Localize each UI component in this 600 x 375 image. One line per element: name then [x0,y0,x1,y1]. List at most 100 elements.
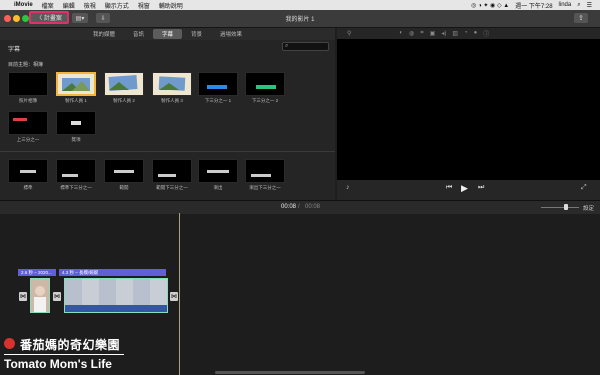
import-icon: ⇩ [100,15,106,22]
browser-tabs: 我的媒體 音訊 字幕 背景 過場效果 [0,28,335,40]
photo-frame-icon [158,76,186,91]
text-mark [158,174,176,177]
close-window-button[interactable] [4,15,11,22]
grid-icon: ▤▾ [75,15,85,22]
color-correction-icon[interactable]: ◍ [409,30,414,37]
viewer-toolbar: ⚲ ◐ ◍ ⌗ ▣ ◂) ▥ ◔ ● ⓘ [337,28,600,38]
user-name[interactable]: linda [559,2,572,8]
transition-icon[interactable]: ⋈ [170,292,178,301]
total-time: 00:08 [305,204,321,210]
skip-back-icon[interactable]: ⏮ [446,184,452,192]
search-icon: ⌕ [285,43,289,49]
app-menu[interactable]: iMovie [14,2,33,8]
tomato-logo-icon [4,338,15,349]
text-mark [62,174,78,177]
stabilization-icon[interactable]: ▣ [430,30,436,37]
search-icon[interactable]: ⌕ [577,2,580,9]
title-thumbnail [245,72,285,96]
title-item[interactable] [198,72,238,96]
clip-thumbnail [31,279,49,312]
crop-icon[interactable]: ⌗ [420,30,423,37]
color-balance-icon[interactable]: ◐ [399,30,403,36]
title-item[interactable] [8,72,48,96]
title-item[interactable] [152,159,192,183]
menu-display[interactable]: 顯示方式 [105,1,129,10]
transition-icon[interactable]: ⋈ [19,292,27,301]
title-item[interactable] [245,159,285,183]
minimize-window-button[interactable] [13,15,20,22]
microphone-icon[interactable]: ♪ [346,184,350,191]
title-item[interactable] [245,72,285,96]
tab-backgrounds[interactable]: 背景 [182,29,211,39]
fullscreen-icon[interactable]: ⤢ [581,184,587,192]
time-separator: / [298,204,300,210]
skip-forward-icon[interactable]: ⏭ [478,184,484,192]
menu-list-icon[interactable]: ☰ [587,2,592,9]
menu-help[interactable]: 輔助說明 [159,1,183,10]
text-mark [251,174,271,177]
title-item[interactable] [56,72,96,96]
title-label: 下三分之一 2 [251,98,279,103]
menu-file[interactable]: 檔案 [42,1,54,10]
import-button[interactable]: ⇩ [96,13,110,23]
text-mark [20,170,36,173]
volume-icon[interactable]: ◂) [441,30,446,37]
timeline-scrollbar[interactable] [215,371,365,374]
tab-titles[interactable]: 字幕 [152,29,182,39]
tab-my-media[interactable]: 我的媒體 [84,29,124,39]
zoom-slider-track[interactable] [541,207,579,208]
search-input[interactable]: ⌕ [282,42,329,51]
playhead[interactable] [179,213,180,375]
title-thumbnail [198,72,238,96]
title-item[interactable] [104,72,144,96]
title-label: 下三分之一 1 [204,98,232,103]
current-time: 00:08 [281,204,297,210]
noise-reduction-icon[interactable]: ▥ [452,30,458,37]
title-thumbnail [198,159,238,183]
title-clip-1[interactable]: 2.6 秒 – 2020... [18,269,56,276]
library-toggle-button[interactable]: ▤▾ [72,13,88,23]
speed-icon[interactable]: ◔ [464,30,468,36]
award-text-mark [71,121,81,125]
menu-bar: iMovie 檔案 編輯 檢視 顯示方式 視窗 輔助說明 ◎ ◑ ✦ ◉ ◇ ▲… [0,0,600,10]
transition-icon[interactable]: ⋈ [53,292,61,301]
title-item[interactable] [152,72,192,96]
menu-view[interactable]: 檢視 [84,1,96,10]
video-clip-2[interactable] [64,278,168,313]
share-button[interactable]: ⇪ [574,13,588,23]
title-item[interactable] [56,111,96,135]
clip-filmstrip [65,279,167,312]
zoom-window-button[interactable] [22,15,29,22]
info-icon[interactable]: ⓘ [483,29,489,38]
lower-third-bar [256,85,276,89]
status-icons: ◎ ◑ ✦ ◉ ◇ ▲ [471,2,510,9]
play-icon[interactable]: ▶ [461,183,468,194]
theme-group-label: 目前主題：相簿 [8,62,44,68]
title-label: 範開下三分之一 [156,185,188,190]
window-title: 我的影片 1 [285,17,315,23]
tab-audio[interactable]: 音訊 [124,29,153,39]
title-item[interactable] [104,159,144,183]
projects-button[interactable]: 〈 計畫案 [29,11,69,24]
title-thumbnail [104,72,144,96]
title-item[interactable] [8,111,48,135]
title-thumbnail [104,159,144,183]
filter-icon[interactable]: ● [474,30,478,36]
title-thumbnail [152,159,192,183]
title-thumbnail [245,159,285,183]
title-item[interactable] [198,159,238,183]
title-label: 標準下三分之一 [60,185,92,190]
title-item[interactable] [8,159,48,183]
photo-frame-icon [108,75,138,91]
photo-frame-icon [62,78,90,91]
title-item[interactable] [56,159,96,183]
menu-window[interactable]: 視窗 [138,1,150,10]
title-clip-2[interactable]: 4.3 秒 – 長橋/蜿蜒 [59,269,166,276]
video-clip-1[interactable] [30,278,50,313]
tab-transitions[interactable]: 過場效果 [211,29,251,39]
magic-wand-icon[interactable]: ⚲ [347,30,351,37]
zoom-slider-thumb[interactable] [564,204,568,210]
settings-button[interactable]: 設定 [583,204,594,212]
video-preview[interactable] [337,39,600,180]
menu-edit[interactable]: 編輯 [63,1,75,10]
